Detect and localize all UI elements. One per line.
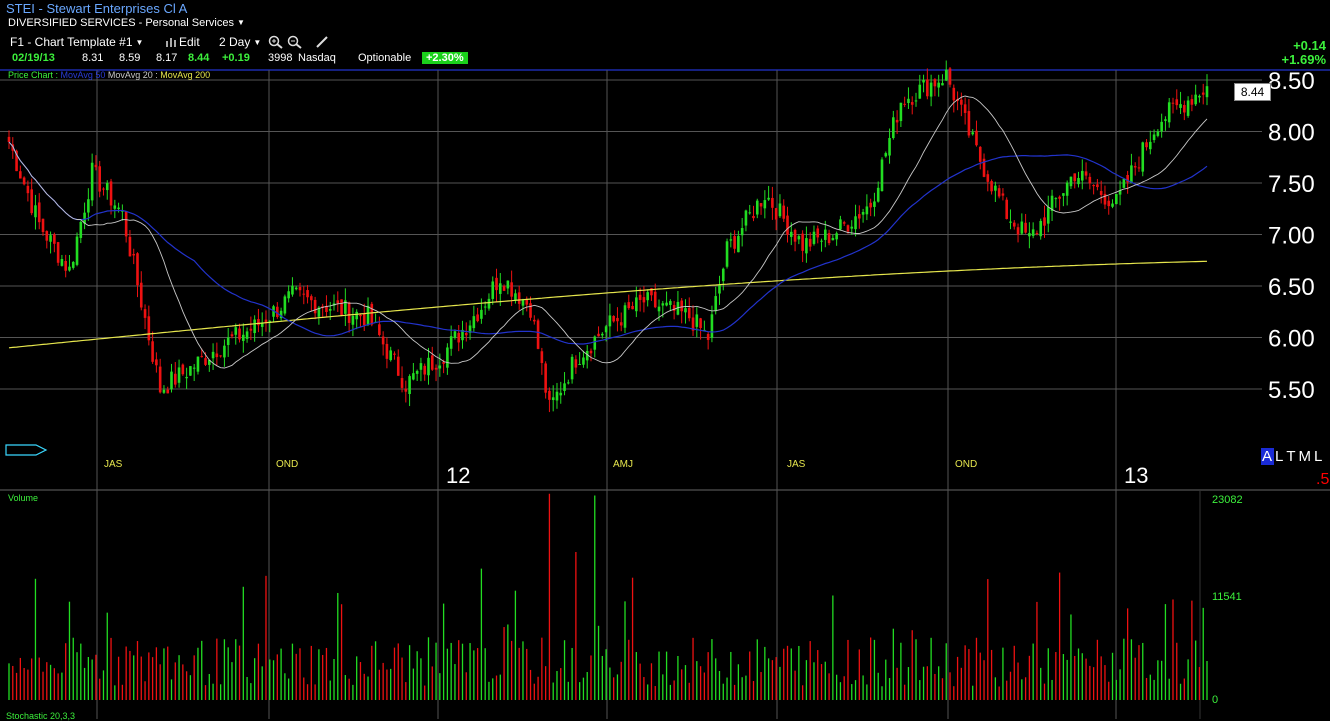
time-tick-label: JAS: [104, 459, 123, 470]
stochastic-label: Stochastic 20,3,3: [6, 711, 76, 721]
candlesticks: [7, 60, 1209, 413]
price-chart[interactable]: 8.508.007.507.006.506.005.50 JAS OND 12 AMJ…: [0, 0, 1330, 719]
range-tab-t[interactable]: T: [1285, 448, 1297, 465]
time-tick-label: 13: [1124, 463, 1148, 488]
volume-bars: [8, 493, 1208, 700]
volume-tick-mid: 11541: [1212, 591, 1242, 603]
legend-ma50: MovAvg 50: [60, 70, 106, 80]
scroll-arrow-icon[interactable]: [5, 444, 48, 456]
time-axis-labels: JAS OND 12 AMJ JAS OND 13: [104, 459, 1148, 488]
ma200-line: [8, 260, 1208, 349]
ma20-line: [8, 95, 1208, 369]
y-tick-label: 8.50: [1268, 68, 1315, 95]
time-tick-label: AMJ: [613, 459, 633, 470]
legend-ma20: MovAvg 20 :: [107, 70, 158, 80]
time-tick-label: 12: [446, 463, 470, 488]
y-axis-labels: 8.50 8.00 7.50 7.00 6.50 6.00 5.50: [1268, 68, 1315, 404]
time-tick-label: OND: [955, 459, 977, 470]
y-tick-label: 7.00: [1268, 223, 1315, 250]
y-tick-label: 5.50: [1268, 377, 1315, 404]
ma50-line: [8, 141, 1208, 345]
y-tick-label: 8.00: [1268, 120, 1315, 147]
volume-tick-max: 23082: [1212, 494, 1243, 506]
range-tabs: ALTML: [1261, 448, 1324, 465]
time-tick-label: OND: [276, 459, 298, 470]
red-mark: .5: [1316, 471, 1330, 488]
y-tick-label: 6.00: [1268, 326, 1315, 353]
range-tab-a[interactable]: A: [1261, 448, 1275, 465]
legend-price: Price Chart :: [8, 70, 59, 80]
legend-ma200: MovAvg 200: [160, 70, 211, 80]
volume-tick-zero: 0: [1212, 694, 1219, 706]
time-tick-label: JAS: [787, 459, 806, 470]
chart-legend: Price Chart : MovAvg 50 MovAvg 20 : MovA…: [8, 70, 210, 80]
y-tick-label: 6.50: [1268, 274, 1315, 301]
range-tab-l2[interactable]: L: [1313, 448, 1324, 465]
range-tab-m[interactable]: M: [1298, 448, 1314, 465]
volume-panel-label: Volume: [8, 493, 39, 503]
scroll-handle[interactable]: [5, 444, 48, 456]
range-tab-l[interactable]: L: [1274, 448, 1285, 465]
last-price-tag: 8.44: [1234, 83, 1271, 101]
y-tick-label: 7.50: [1268, 171, 1315, 198]
